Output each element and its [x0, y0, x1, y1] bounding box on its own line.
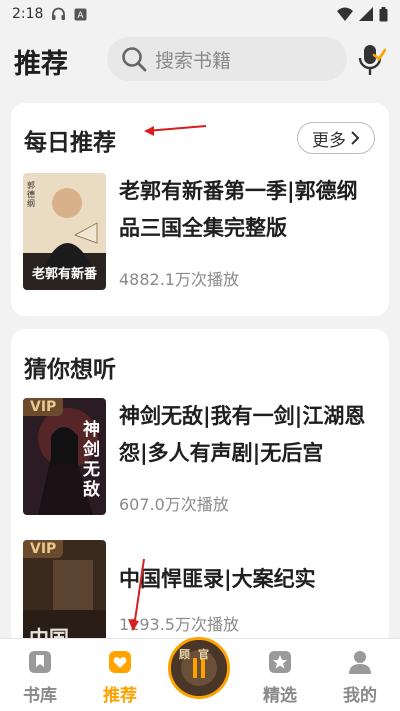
- wifi-icon: [337, 7, 353, 21]
- daily-recommend-card: 每日推荐 更多 郭德纲 老郭有新番 老郭有新番第一季|郭德纲品三国全集完整版 4…: [11, 103, 389, 316]
- nav-label-mine: 我的: [343, 686, 377, 706]
- battery-icon: [379, 6, 388, 22]
- more-button[interactable]: 更多: [297, 122, 375, 154]
- nav-item-mine[interactable]: 我的: [320, 639, 400, 711]
- voice-search-button[interactable]: [354, 42, 388, 78]
- headphones-icon: [51, 7, 66, 21]
- signal-icon: [359, 7, 373, 21]
- guess-you-like-card: 猜你想听 VIP 神剑无敌 神剑无敌|我有一剑|江湖恩怨|多人有声剧|无后宫 6…: [11, 329, 389, 649]
- heart-box-icon: [107, 649, 133, 675]
- person-icon: [347, 649, 373, 675]
- daily-book-title[interactable]: 老郭有新番第一季|郭德纲品三国全集完整版: [119, 173, 377, 247]
- search-input[interactable]: 搜索书籍: [107, 37, 347, 81]
- daily-book-plays: 4882.1万次播放: [119, 270, 239, 289]
- microphone-icon: [356, 43, 386, 77]
- nav-label-recommend: 推荐: [103, 686, 137, 706]
- nav-item-recommend[interactable]: 推荐: [80, 639, 160, 711]
- status-bar: 2:18 A: [0, 0, 400, 28]
- daily-book-cover[interactable]: 郭德纲 老郭有新番: [23, 173, 106, 290]
- nav-label-library: 书库: [23, 686, 57, 706]
- search-icon: [121, 46, 147, 72]
- bookmark-icon: [27, 649, 53, 675]
- search-placeholder: 搜索书籍: [155, 49, 232, 72]
- vip-badge: VIP: [23, 540, 64, 558]
- more-label: 更多: [312, 130, 346, 151]
- daily-cover-caption: 老郭有新番: [31, 267, 97, 282]
- guess-book-title[interactable]: 中国悍匪录|大案纪实: [119, 561, 377, 598]
- status-time: 2:18: [12, 6, 44, 22]
- nav-item-library[interactable]: 书库: [0, 639, 80, 711]
- guess-cover-text-1: 神剑无敌: [83, 420, 100, 500]
- nav-label-featured: 精选: [263, 686, 297, 706]
- page-title: 推荐: [14, 49, 68, 80]
- guess-you-like-title: 猜你想听: [24, 357, 116, 383]
- header: 推荐 搜索书籍: [0, 36, 400, 84]
- vip-badge: VIP: [23, 398, 64, 416]
- daily-cover-name: 郭德纲: [27, 181, 35, 208]
- bottom-nav: 书库 推荐 顾官 精选 我的: [0, 637, 400, 711]
- star-icon: [267, 649, 293, 675]
- notification-a-icon: A: [74, 8, 87, 21]
- svg-text:A: A: [78, 11, 85, 21]
- guess-book-title[interactable]: 神剑无敌|我有一剑|江湖恩怨|多人有声剧|无后宫: [119, 398, 377, 472]
- now-playing-button[interactable]: 顾官: [168, 637, 230, 699]
- chevron-right-icon: [350, 131, 360, 145]
- guess-book-plays: 607.0万次播放: [119, 495, 229, 514]
- nav-item-featured[interactable]: 精选: [240, 639, 320, 711]
- guess-book-cover[interactable]: VIP 中国: [23, 540, 106, 649]
- now-playing-cover-text: 顾官: [179, 648, 217, 661]
- daily-recommend-title: 每日推荐: [24, 130, 116, 156]
- guess-book-plays: 1193.5万次播放: [119, 615, 239, 634]
- guess-book-cover[interactable]: VIP 神剑无敌: [23, 398, 106, 515]
